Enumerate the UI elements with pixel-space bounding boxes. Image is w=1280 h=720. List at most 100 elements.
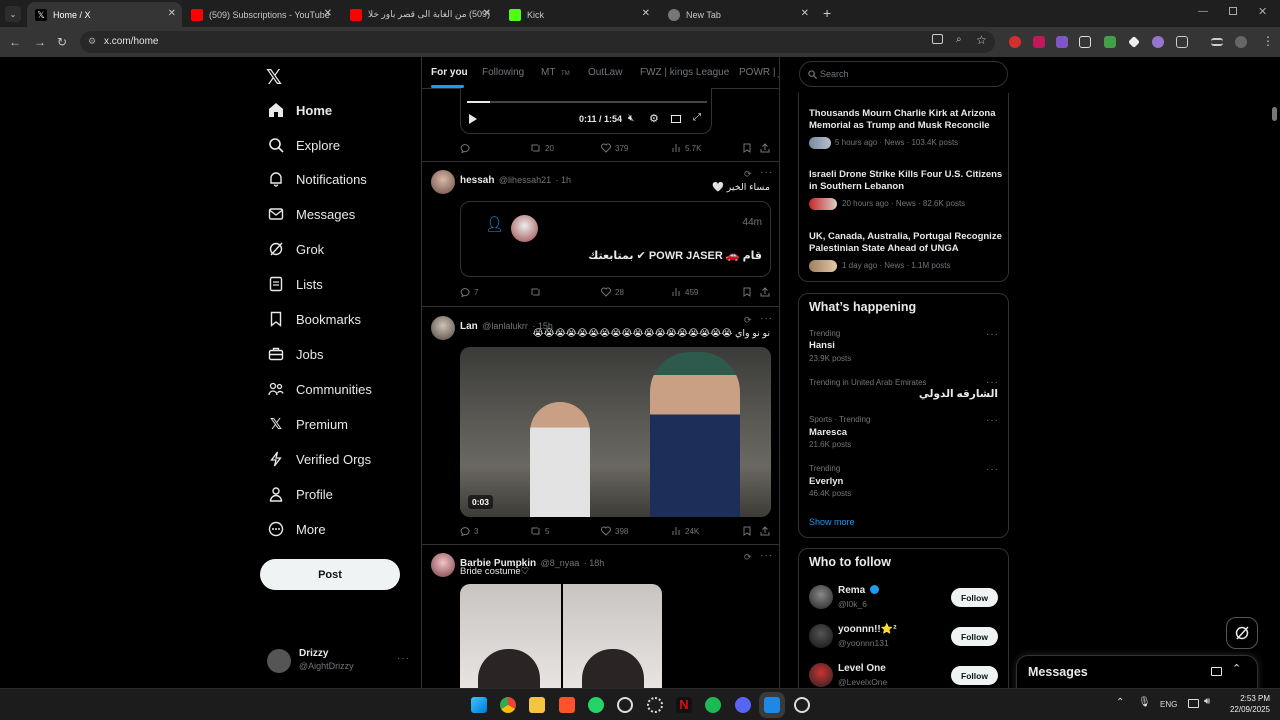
views-button[interactable]: 459 — [671, 287, 698, 297]
views-button[interactable]: 24K — [671, 526, 699, 536]
progress-bar[interactable] — [467, 101, 707, 103]
extensions-puzzle-icon[interactable] — [1176, 36, 1188, 48]
pip-icon[interactable] — [671, 115, 681, 123]
close-icon[interactable]: ✕ — [324, 8, 332, 19]
reload-icon[interactable]: ↻ — [57, 35, 67, 49]
messages-drawer[interactable]: Messages ⌃ — [1016, 655, 1258, 688]
avatar[interactable] — [809, 624, 833, 648]
tab-new-tab[interactable]: New Tab ✕ — [660, 2, 815, 27]
extension-green-shield-icon[interactable] — [1104, 36, 1116, 48]
tab-fwz-kings-league[interactable]: FWZ | kings League — [640, 67, 729, 78]
more-dots-icon[interactable]: ··· — [986, 464, 999, 475]
more-dots-icon[interactable]: ··· — [397, 653, 410, 664]
tweet-author-handle[interactable]: @8_nyaa — [541, 558, 580, 568]
restore-icon[interactable] — [1229, 7, 1237, 15]
nav-explore[interactable]: Explore — [268, 131, 340, 159]
new-message-icon[interactable] — [1211, 667, 1222, 676]
extension-grid-icon[interactable] — [1079, 36, 1091, 48]
whatsapp-icon[interactable] — [588, 697, 604, 713]
close-icon[interactable]: ✕ — [168, 8, 176, 19]
news-title[interactable]: Israeli Drone Strike Kills Four U.S. Cit… — [809, 169, 1004, 193]
new-tab-button[interactable]: + — [823, 5, 831, 21]
bookmark-button[interactable] — [742, 143, 756, 153]
nav-lists[interactable]: Lists — [268, 270, 323, 298]
tab-youtube-2[interactable]: (509) من الغابة الى قصر باور خلا ✕ — [342, 2, 497, 27]
mute-icon[interactable]: 🔇︎ — [628, 113, 634, 124]
volume-icon[interactable]: 🔊︎ — [1204, 696, 1210, 707]
nav-communities[interactable]: Communities — [268, 375, 372, 403]
share-button[interactable] — [760, 143, 774, 153]
avatar[interactable] — [431, 170, 455, 194]
brave-icon[interactable] — [559, 697, 575, 713]
start-icon[interactable] — [471, 697, 487, 713]
nav-more[interactable]: More — [268, 515, 326, 543]
follow-button[interactable]: Follow — [951, 666, 998, 685]
grok-icon[interactable]: ⟳ — [744, 169, 752, 180]
x-logo-icon[interactable]: 𝕏 — [266, 65, 282, 90]
more-dots-icon[interactable]: ··· — [760, 313, 773, 324]
tweet-time[interactable]: · 18h — [584, 558, 605, 568]
nav-notifications[interactable]: Notifications — [268, 165, 367, 193]
play-icon[interactable] — [469, 114, 477, 124]
avatar[interactable] — [809, 585, 833, 609]
app-active-icon[interactable] — [764, 697, 780, 713]
site-info-icon[interactable]: ⚙ — [88, 36, 96, 47]
nav-profile[interactable]: Profile — [268, 480, 333, 508]
extension-red-icon[interactable] — [1009, 36, 1021, 48]
profile-avatar-icon[interactable] — [1235, 36, 1247, 48]
grok-icon[interactable]: ⟳ — [744, 315, 752, 326]
nav-jobs[interactable]: Jobs — [268, 340, 323, 368]
netflix-icon[interactable]: N — [676, 697, 692, 713]
tab-following[interactable]: Following — [482, 67, 524, 78]
tab-for-you[interactable]: For you — [431, 67, 468, 78]
more-dots-icon[interactable]: ··· — [986, 329, 999, 340]
app-icon[interactable] — [647, 697, 663, 713]
bookmark-star-icon[interactable]: ☆ — [976, 33, 987, 47]
reply-button[interactable] — [460, 143, 474, 153]
nav-bookmarks[interactable]: Bookmarks — [268, 305, 361, 333]
quote-tweet[interactable]: 👤︎ 44m قام 🚗 POWR JASER ✔ بمتابعتك — [460, 201, 771, 277]
opera-gx-icon[interactable] — [617, 697, 633, 713]
tab-search-button[interactable]: ⌄ — [5, 6, 21, 22]
tweet-image[interactable] — [460, 584, 662, 688]
avatar[interactable] — [431, 553, 455, 577]
install-icon[interactable] — [932, 34, 943, 44]
fullscreen-icon[interactable]: ⤢ — [693, 112, 701, 123]
forward-arrow-icon[interactable]: → — [34, 35, 46, 49]
extension-eye-icon[interactable] — [1152, 36, 1164, 48]
spotify-icon[interactable] — [705, 697, 721, 713]
post-button[interactable]: Post — [260, 559, 400, 590]
nav-premium[interactable]: 𝕏 Premium — [268, 410, 348, 438]
reply-button[interactable]: 3 — [460, 526, 478, 536]
video-player[interactable]: 0:11 / 1:54 🔇︎ ⚙ ⤢ — [460, 88, 712, 134]
tab-kick[interactable]: Kick ✕ — [501, 2, 656, 27]
back-arrow-icon[interactable]: ← — [9, 35, 21, 49]
like-button[interactable]: 28 — [601, 287, 624, 297]
discord-icon[interactable] — [735, 697, 751, 713]
news-title[interactable]: Thousands Mourn Charlie Kirk at Arizona … — [809, 108, 1004, 132]
avatar[interactable] — [431, 316, 455, 340]
tab-x-home[interactable]: 𝕏 Home / X ✕ — [27, 2, 182, 27]
nav-messages[interactable]: Messages — [268, 200, 355, 228]
tab-mt[interactable]: MT TM — [541, 67, 570, 78]
more-dots-icon[interactable]: ··· — [986, 377, 999, 388]
reading-list-icon[interactable] — [1211, 38, 1223, 46]
grok-floating-button[interactable] — [1226, 617, 1258, 649]
news-title[interactable]: UK, Canada, Australia, Portugal Recogniz… — [809, 231, 1004, 255]
like-button[interactable]: 379 — [601, 143, 628, 153]
microphone-icon[interactable]: 🎙︎ — [1138, 697, 1151, 708]
tab-powr[interactable]: POWR | ور — [739, 67, 779, 78]
more-dots-icon[interactable]: ··· — [986, 415, 999, 426]
close-icon[interactable]: ✕ — [483, 8, 491, 19]
reply-button[interactable]: 7 — [460, 287, 478, 297]
network-icon[interactable] — [1188, 699, 1199, 708]
follow-button[interactable]: Follow — [951, 588, 998, 607]
extension-diamond-icon[interactable] — [1128, 36, 1140, 48]
nav-verified-orgs[interactable]: Verified Orgs — [268, 445, 371, 473]
window-close-icon[interactable]: ✕ — [1258, 5, 1267, 18]
app-icon[interactable] — [794, 697, 810, 713]
extension-shield-icon[interactable] — [1056, 36, 1068, 48]
follow-button[interactable]: Follow — [951, 627, 998, 646]
share-button[interactable] — [760, 287, 774, 297]
file-explorer-icon[interactable] — [529, 697, 545, 713]
